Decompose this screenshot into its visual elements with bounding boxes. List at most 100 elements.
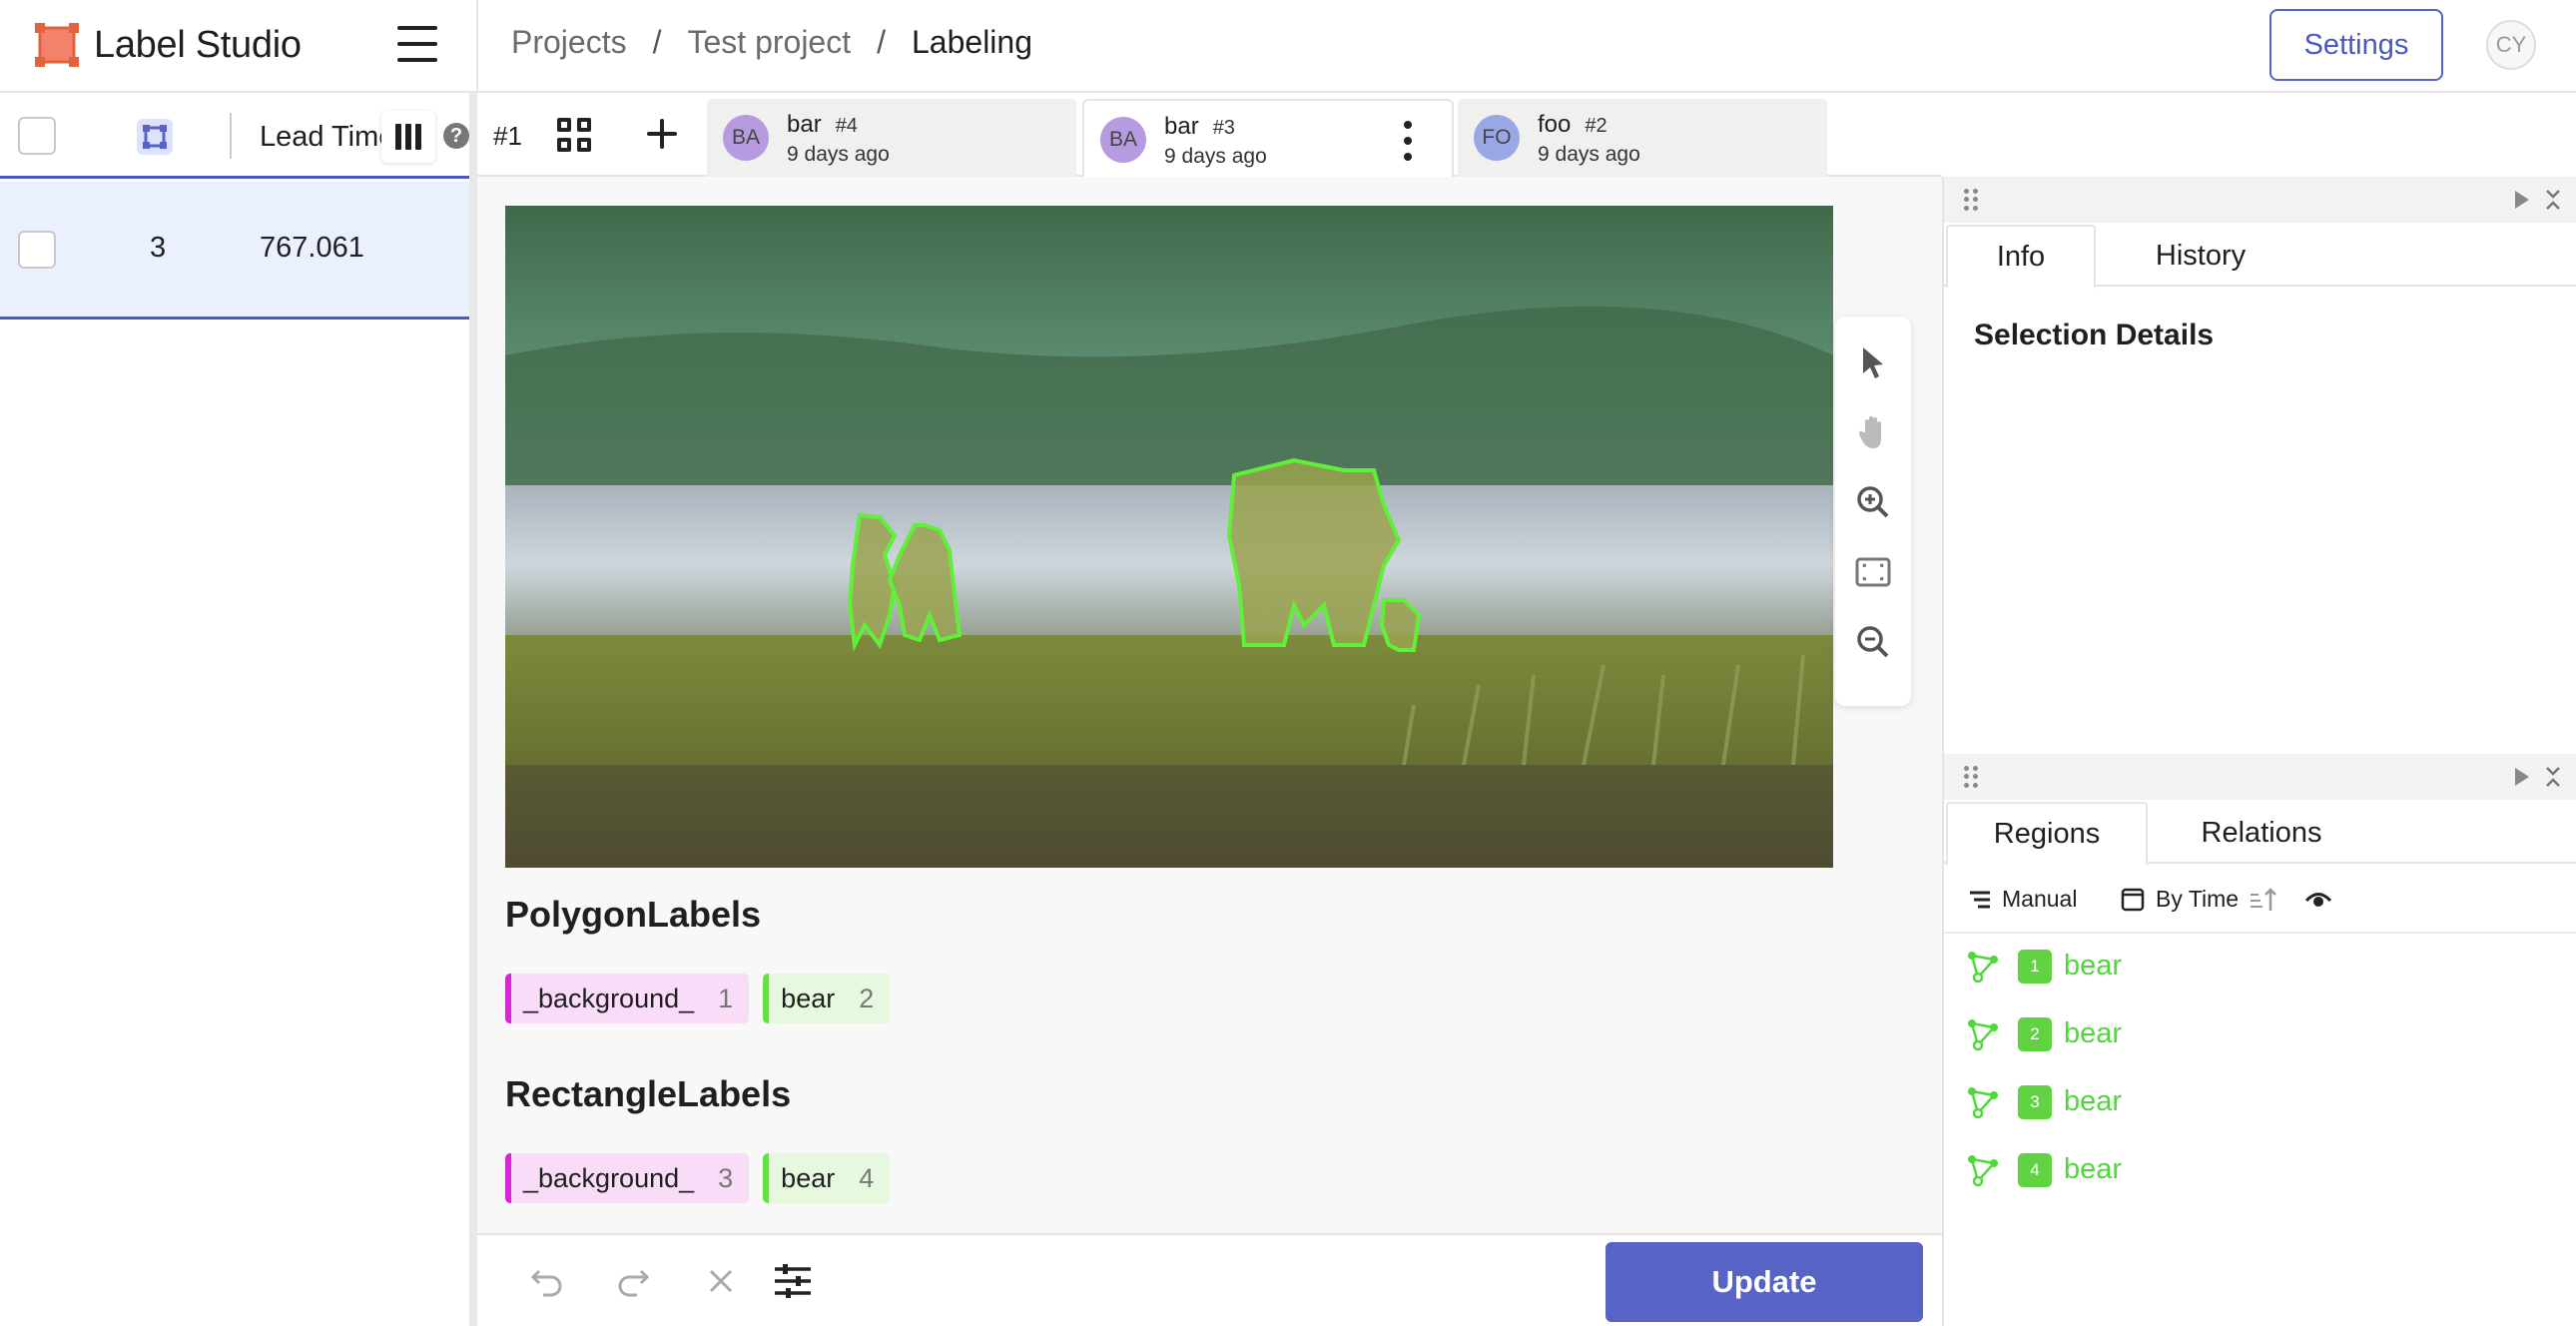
column-header-lead-time[interactable]: Lead Time [260,121,387,154]
label-hotkey: 2 [859,983,875,1013]
panel-header[interactable] [1944,754,2576,800]
selection-details-title: Selection Details [1974,319,2215,351]
menu-icon[interactable] [397,26,437,62]
annotator-avatar: BA [723,115,769,161]
rectangle-labels-group: _background_ 3 bear 4 [505,1153,891,1203]
panel-header[interactable] [1944,177,2576,223]
tab-regions[interactable]: Regions [1946,802,2148,866]
annotation-author-name: bar [787,111,822,138]
regions-toolbar: Manual By Time [1944,864,2576,934]
breadcrumb-separator: / [652,24,662,60]
columns-toggle-icon[interactable] [381,111,435,163]
annotation-author: foo #2 [1538,111,1608,139]
region-label: bear [2064,1085,2123,1117]
annotation-author-name: foo [1538,111,1572,138]
add-annotation-icon[interactable] [645,117,679,151]
annotation-tab[interactable]: BA bar #4 9 days ago [707,99,1076,177]
region-label: bear [2064,1153,2123,1185]
breadcrumb-project[interactable]: Test project [687,24,851,61]
grouping-manual[interactable]: Manual [1968,886,2077,913]
breadcrumb-projects[interactable]: Projects [511,24,627,61]
label-hotkey: 3 [718,1162,734,1193]
annotation-author: bar #3 [1164,113,1235,141]
annotation-author-name: bar [1164,113,1199,140]
polygon-icon [1968,952,1998,984]
annotation-tab[interactable]: FO foo #2 9 days ago [1458,99,1827,177]
sort-ascending-icon [2251,887,2276,911]
annotation-tabs-bar: #1 BA bar #4 9 days ago BA bar #3 9 days a… [477,93,1942,177]
reset-icon[interactable] [699,1259,743,1303]
image-toolbar [1835,317,1911,706]
calendar-icon [2121,888,2145,911]
panel-splitter[interactable] [469,93,477,1326]
label-name: bear [781,1162,836,1193]
zoom-in-icon[interactable] [1853,482,1893,522]
polygon-labels-title: PolygonLabels [505,894,762,935]
label-chip-bear[interactable]: bear 2 [763,974,891,1023]
column-divider [230,113,232,159]
user-avatar[interactable]: CY [2486,20,2536,70]
label-chip-background[interactable]: _background_ 1 [505,974,750,1023]
visibility-eye-icon[interactable] [2303,884,2333,914]
collapse-icon[interactable] [2543,189,2563,211]
label-hotkey: 1 [718,983,734,1013]
annotator-avatar: BA [1100,117,1146,163]
drag-handle-icon[interactable] [1964,766,1978,788]
expand-icon[interactable] [2515,768,2529,786]
label-studio-logo-icon [35,23,79,67]
region-index: 2 [2018,1017,2052,1051]
drag-handle-icon[interactable] [1964,189,1978,211]
image-canvas[interactable] [505,206,1833,868]
label-chip-bear[interactable]: bear 4 [763,1153,891,1203]
row-checkbox[interactable] [18,231,56,269]
annotation-number: #3 [1212,117,1235,139]
breadcrumb: Projects / Test project / Labeling [511,24,1032,61]
annotation-author: bar #4 [787,111,858,139]
select-all-checkbox[interactable] [18,117,56,155]
help-icon[interactable]: ? [443,123,469,149]
expand-icon[interactable] [2515,191,2529,209]
breadcrumb-separator: / [877,24,886,60]
region-label: bear [2064,950,2123,982]
divider [476,0,478,93]
grouping-label: Manual [2002,886,2078,912]
collapse-icon[interactable] [2543,766,2563,788]
table-row[interactable]: 3 767.061 [0,182,469,320]
region-item[interactable]: 2 bear [1944,1001,2576,1069]
tab-info[interactable]: Info [1946,225,2096,289]
annotation-tab-active[interactable]: BA bar #3 9 days ago [1082,99,1454,177]
label-name: _background_ [523,983,695,1013]
select-pointer-icon[interactable] [1853,342,1893,382]
tab-relations[interactable]: Relations [2148,802,2375,864]
list-icon [1970,891,1990,908]
region-index: 3 [2018,1085,2052,1119]
redo-icon[interactable] [611,1259,655,1303]
top-bar: Label Studio Projects / Test project / L… [0,0,2576,93]
annotation-footer: Update [477,1233,1942,1326]
pan-hand-icon[interactable] [1853,412,1893,452]
settings-button[interactable]: Settings [2269,9,2443,81]
region-item[interactable]: 4 bear [1944,1137,2576,1205]
undo-icon[interactable] [525,1259,569,1303]
info-panel: Info History Selection Details [1944,177,2576,754]
settings-sliders-icon[interactable] [771,1259,815,1303]
region-item[interactable]: 1 bear [1944,934,2576,1001]
tab-history[interactable]: History [2096,225,2305,287]
zoom-out-icon[interactable] [1853,622,1893,662]
sort-by-time[interactable]: By Time [2120,886,2278,913]
region-item[interactable]: 3 bear [1944,1069,2576,1137]
polygon-icon [1968,1087,1998,1119]
polygon-labels-group: _background_ 1 bear 2 [505,974,891,1023]
id-column-icon [137,119,173,155]
fit-to-screen-icon[interactable] [1853,552,1893,592]
bears-image[interactable] [505,206,1833,868]
more-options-icon[interactable] [1404,121,1412,161]
table-header: Lead Time ? [0,93,469,179]
label-chip-background[interactable]: _background_ 3 [505,1153,750,1203]
rectangle-labels-title: RectangleLabels [505,1073,792,1114]
update-button[interactable]: Update [1606,1242,1923,1322]
brand[interactable]: Label Studio [34,22,302,68]
labeling-area: PolygonLabels _background_ 1 bear 2 Rectan… [477,177,1942,1233]
annotation-time: 9 days ago [787,143,890,166]
grid-view-icon[interactable] [557,118,591,152]
